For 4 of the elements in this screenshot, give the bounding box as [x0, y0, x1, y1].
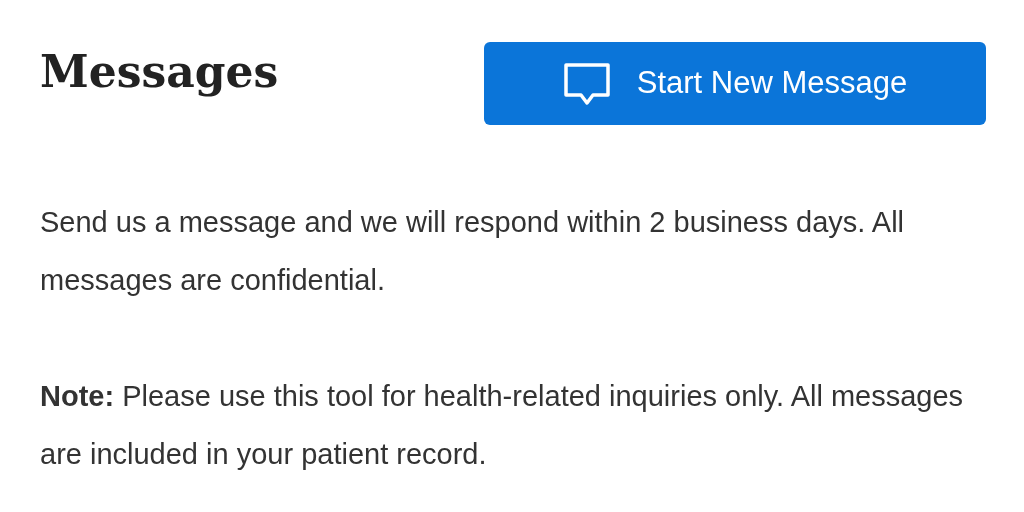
info-paragraph: Send us a message and we will respond within 2 business days. All messages are confidential. — [40, 205, 906, 298]
info-paragraph: Note: Please use this tool for health-related inquiries only. All messages are included in your patient record. — [40, 379, 965, 472]
start-new-message-button[interactable]: Start New Message — [484, 42, 986, 125]
chat-bubble-icon — [562, 61, 611, 106]
